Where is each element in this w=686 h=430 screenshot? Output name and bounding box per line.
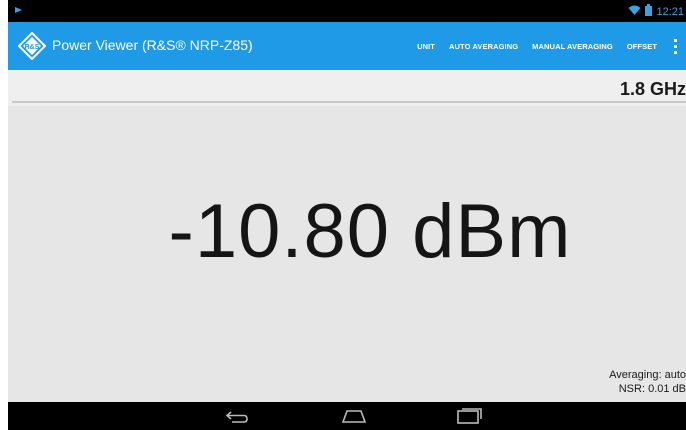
notification-icon	[14, 5, 24, 18]
device-screen: 12:21 R&S Power Viewer (R&S® NRP-Z85) UN…	[8, 0, 686, 430]
navigation-bar	[8, 402, 686, 430]
frequency-value[interactable]: 1.8 GHz	[620, 79, 686, 100]
recents-icon[interactable]	[454, 406, 484, 426]
auto-averaging-button[interactable]: AUTO AVERAGING	[442, 22, 525, 70]
nsr-status: NSR: 0.01 dB	[618, 383, 686, 395]
averaging-status: Averaging: auto	[609, 369, 686, 381]
power-reading: -10.80 dBm	[168, 189, 572, 274]
action-menu: UNIT AUTO AVERAGING MANUAL AVERAGING OFF…	[410, 22, 686, 70]
status-bar: 12:21	[8, 0, 686, 22]
overflow-menu-icon[interactable]	[664, 22, 686, 70]
divider	[12, 101, 686, 103]
measurement-info: Averaging: auto NSR: 0.01 dB	[609, 368, 686, 396]
battery-icon	[645, 4, 653, 19]
wifi-icon	[628, 5, 641, 19]
logo-text: R&S	[25, 44, 40, 51]
manual-averaging-button[interactable]: MANUAL AVERAGING	[525, 22, 620, 70]
action-bar: R&S Power Viewer (R&S® NRP-Z85) UNIT AUT…	[8, 22, 686, 70]
unit-button[interactable]: UNIT	[410, 22, 442, 70]
rs-logo-icon[interactable]: R&S	[17, 31, 47, 61]
back-icon[interactable]	[222, 406, 252, 426]
offset-button[interactable]: OFFSET	[620, 22, 664, 70]
home-icon[interactable]	[339, 406, 369, 426]
clock: 12:21	[656, 5, 684, 18]
app-title: Power Viewer (R&S® NRP-Z85)	[52, 37, 253, 53]
